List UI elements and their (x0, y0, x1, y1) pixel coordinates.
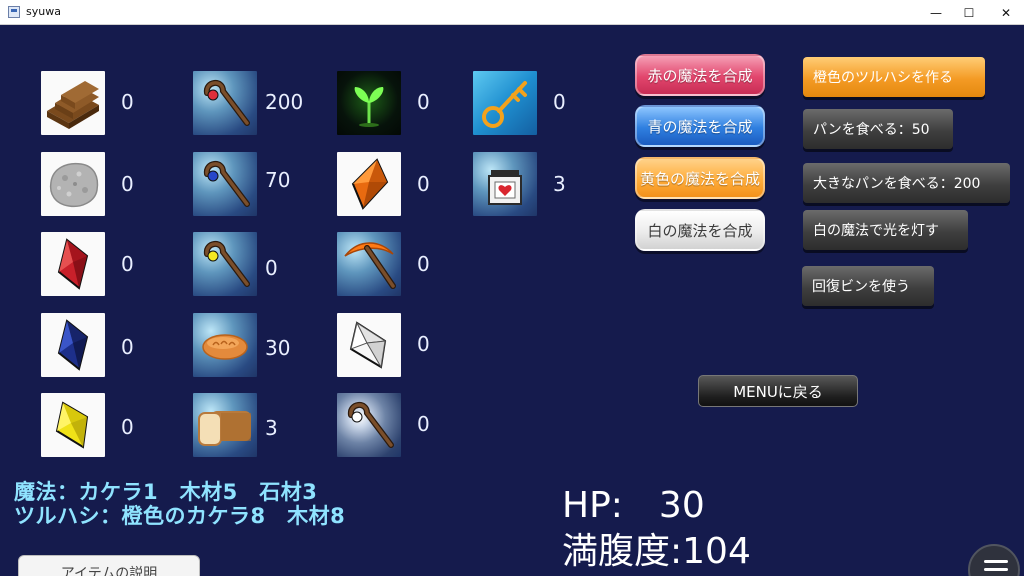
window-title: syuwa (26, 5, 61, 18)
synthesize-white-magic-button[interactable]: 白の魔法を合成 (635, 209, 765, 251)
loaf-count: 3 (265, 416, 278, 440)
red-crystal-icon[interactable] (41, 232, 105, 296)
orange-crystal-count: 0 (417, 172, 430, 196)
pickaxe-recipe-text: ツルハシ：橙色のカケラ8 木材8 (14, 504, 346, 528)
sprout-icon[interactable] (337, 71, 401, 135)
blue-crystal-icon[interactable] (41, 313, 105, 377)
yellow-staff-icon[interactable] (193, 232, 257, 296)
use-recovery-bottle-button[interactable]: 回復ビンを使う (802, 266, 934, 306)
white-crystal-icon[interactable] (337, 313, 401, 377)
synthesize-red-magic-button[interactable]: 赤の魔法を合成 (635, 54, 765, 96)
synthesize-yellow-magic-button[interactable]: 黄色の魔法を合成 (635, 157, 765, 199)
white-staff-count: 0 (417, 412, 430, 436)
close-button[interactable]: ✕ (988, 0, 1024, 25)
yellow-staff-count: 0 (265, 256, 278, 280)
heart-bottle-icon[interactable] (473, 152, 537, 216)
bread-count: 30 (265, 336, 291, 360)
red-staff-icon[interactable] (193, 71, 257, 135)
key-icon[interactable] (473, 71, 537, 135)
blue-staff-count: 70 (265, 168, 291, 192)
synthesize-blue-magic-button[interactable]: 青の魔法を合成 (635, 105, 765, 147)
red-crystal-count: 0 (121, 252, 134, 276)
loaf-icon[interactable] (193, 393, 257, 457)
eat-big-bread-button[interactable]: 大きなパンを食べる：200 (803, 163, 1010, 203)
pickaxe-count: 0 (417, 252, 430, 276)
orange-crystal-icon[interactable] (337, 152, 401, 216)
fullness-status: 満腹度:104 (562, 531, 751, 572)
sprout-count: 0 (417, 90, 430, 114)
white-staff-icon[interactable] (337, 393, 401, 457)
yellow-crystal-count: 0 (121, 415, 134, 439)
wood-planks-icon[interactable] (41, 71, 105, 135)
stone-count: 0 (121, 172, 134, 196)
hamburger-menu-icon[interactable] (968, 544, 1020, 576)
bread-icon[interactable] (193, 313, 257, 377)
pickaxe-icon[interactable] (337, 232, 401, 296)
wood-count: 0 (121, 90, 134, 114)
eat-bread-button[interactable]: パンを食べる：50 (803, 109, 953, 149)
make-orange-pickaxe-button[interactable]: 橙色のツルハシを作る (803, 57, 985, 97)
recovery-bottle-count: 3 (553, 172, 566, 196)
window-titlebar: syuwa — ☐ ✕ (0, 0, 1024, 25)
blue-crystal-count: 0 (121, 335, 134, 359)
key-count: 0 (553, 90, 566, 114)
yellow-crystal-icon[interactable] (41, 393, 105, 457)
white-crystal-count: 0 (417, 332, 430, 356)
maximize-button[interactable]: ☐ (951, 0, 987, 25)
return-to-menu-button[interactable]: MENUに戻る (698, 375, 858, 407)
red-staff-count: 200 (265, 90, 304, 114)
blue-staff-icon[interactable] (193, 152, 257, 216)
light-with-white-magic-button[interactable]: 白の魔法で光を灯す (803, 210, 968, 250)
item-description-button[interactable]: アイテムの説明 (18, 555, 200, 576)
app-icon (8, 6, 20, 18)
stone-icon[interactable] (41, 152, 105, 216)
hp-status: HP: 30 (562, 485, 705, 526)
minimize-button[interactable]: — (918, 0, 954, 25)
